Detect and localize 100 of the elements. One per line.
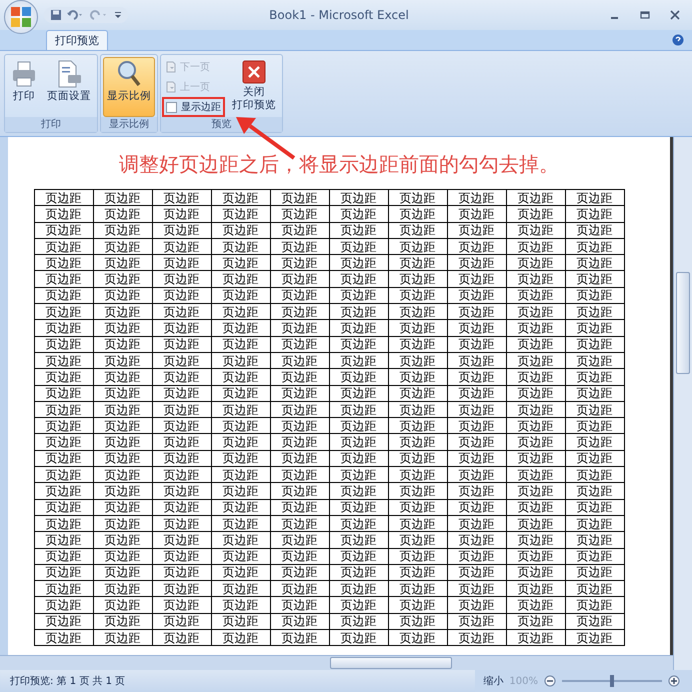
table-cell: 页边距 [565,270,624,288]
table-cell: 页边距 [506,532,565,548]
table-cell: 页边距 [34,385,93,402]
table-cell: 页边距 [388,596,447,614]
table-cell: 页边距 [270,238,329,255]
table-cell: 页边距 [565,222,624,238]
table-cell: 页边距 [34,580,93,597]
vertical-scrollbar[interactable] [673,137,692,670]
table-cell: 页边距 [388,401,447,418]
table-cell: 页边距 [506,564,565,581]
table-cell: 页边距 [506,287,565,304]
table-cell: 页边距 [93,336,152,352]
table-cell: 页边距 [211,515,270,532]
table-cell: 页边距 [270,222,329,238]
table-cell: 页边距 [93,613,152,630]
table-cell: 页边距 [329,613,388,630]
table-cell: 页边距 [93,206,152,222]
table-cell: 页边距 [447,466,506,483]
table-cell: 页边距 [93,580,152,597]
table-cell: 页边距 [388,352,447,369]
ribbon-button[interactable]: 关闭 打印预览 [228,57,280,117]
table-cell: 页边距 [388,630,447,646]
table-cell: 页边距 [152,596,211,614]
ribbon-button[interactable]: 打印 [7,57,41,117]
table-cell: 页边距 [329,320,388,336]
table-cell: 页边距 [506,613,565,630]
table-cell: 页边距 [93,515,152,532]
table-cell: 页边距 [506,206,565,222]
save-icon[interactable] [50,9,62,21]
table-cell: 页边距 [447,270,506,288]
margins-checkbox[interactable]: 显示边距 [166,99,221,115]
table-cell: 页边距 [506,630,565,646]
plus-icon[interactable] [668,675,680,687]
ribbon-button[interactable]: 显示比例 [103,57,155,117]
ribbon-button[interactable]: 页面设置 [43,57,95,117]
table-cell: 页边距 [270,434,329,450]
table-cell: 页边距 [211,580,270,597]
table-cell: 页边距 [270,401,329,418]
table-cell: 页边距 [270,320,329,336]
table-cell: 页边距 [565,482,624,500]
table-cell: 页边距 [93,287,152,304]
table-cell: 页边距 [565,515,624,532]
table-cell: 页边距 [329,499,388,516]
table-cell: 页边距 [211,304,270,320]
table-cell: 页边距 [211,630,270,646]
table-cell: 页边距 [270,368,329,386]
minus-icon[interactable] [544,675,556,687]
close-icon[interactable] [670,10,680,20]
table-cell: 页边距 [329,515,388,532]
table-cell: 页边距 [152,270,211,288]
table-cell: 页边距 [388,254,447,271]
scroll-thumb[interactable] [676,272,690,374]
table-cell: 页边距 [447,190,506,206]
table-cell: 页边距 [447,499,506,516]
table-cell: 页边距 [152,206,211,222]
table-cell: 页边距 [388,450,447,467]
table-cell: 页边距 [270,532,329,548]
table-cell: 页边距 [93,630,152,646]
table-cell: 页边距 [388,466,447,483]
ribbon-tab[interactable]: 打印预览 [46,30,108,50]
table-cell: 页边距 [329,238,388,255]
table-cell: 页边距 [447,287,506,304]
table-cell: 页边距 [565,630,624,646]
table-cell: 页边距 [565,320,624,336]
table-cell: 页边距 [211,418,270,434]
table-cell: 页边距 [565,499,624,516]
table-cell: 页边距 [506,352,565,369]
table-cell: 页边距 [388,287,447,304]
table-cell: 页边距 [506,401,565,418]
zoom-value: 100% [509,676,538,686]
customize-icon[interactable] [114,10,122,20]
table-cell: 页边距 [388,206,447,222]
scroll-thumb[interactable] [330,657,452,669]
table-cell: 页边距 [565,190,624,206]
table-cell: 页边距 [211,320,270,336]
table-cell: 页边距 [93,254,152,271]
table-cell: 页边距 [329,596,388,614]
table-cell: 页边距 [34,222,93,238]
table-cell: 页边距 [211,368,270,386]
table-cell: 页边距 [34,499,93,516]
table-cell: 页边距 [211,336,270,352]
table-cell: 页边距 [93,564,152,581]
table-cell: 页边距 [34,190,93,206]
table-cell: 页边距 [565,238,624,255]
table-cell: 页边距 [152,320,211,336]
office-button[interactable] [4,0,38,34]
maximize-icon[interactable] [640,10,650,20]
table-cell: 页边距 [34,352,93,369]
table-cell: 页边距 [388,270,447,288]
group-label: 显示比例 [101,117,157,132]
table-cell: 页边距 [211,270,270,288]
help-icon[interactable] [672,34,684,46]
table-cell: 页边距 [152,368,211,386]
table-cell: 页边距 [329,548,388,564]
table-cell: 页边距 [270,206,329,222]
table-cell: 页边距 [93,596,152,614]
table-cell: 页边距 [93,320,152,336]
table-cell: 页边距 [211,596,270,614]
horizontal-scrollbar[interactable] [0,655,673,670]
table-cell: 页边距 [329,532,388,548]
